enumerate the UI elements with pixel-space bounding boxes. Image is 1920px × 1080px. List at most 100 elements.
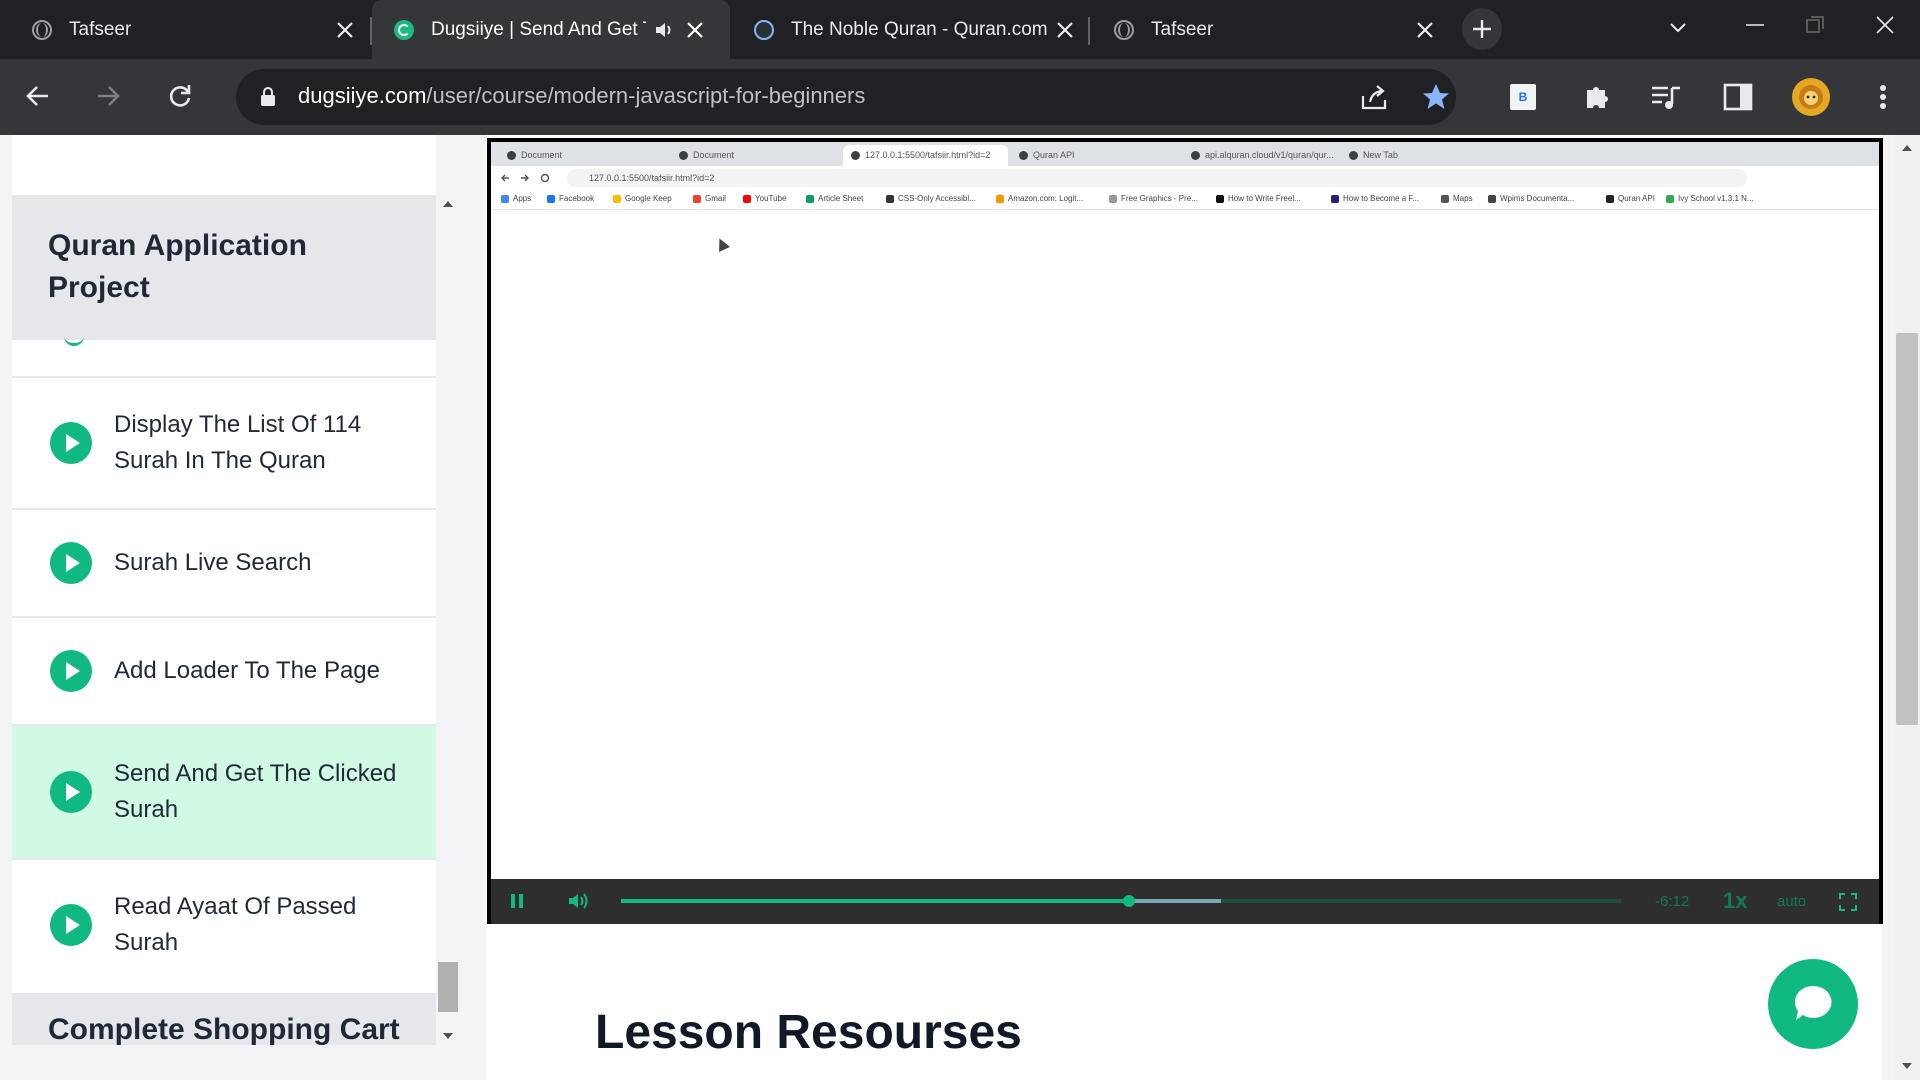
lesson-item-active[interactable]: Send And Get The Clicked Surah — [12, 724, 436, 858]
tab-title: Tafseer — [69, 18, 132, 40]
url-host: dugsiiye.com — [298, 83, 427, 108]
side-panel-icon — [1723, 83, 1753, 111]
quality-button[interactable]: auto — [1777, 893, 1806, 910]
share-icon — [1361, 85, 1387, 110]
close-icon[interactable] — [1050, 15, 1080, 45]
lesson-item[interactable]: Add Loader To The Page — [12, 616, 436, 724]
fullscreen-button[interactable] — [1837, 891, 1859, 913]
tab-search-button[interactable] — [1660, 10, 1696, 46]
progress-handle[interactable] — [1123, 895, 1135, 907]
play-icon-partial — [64, 332, 84, 346]
inner-bookmark: Article Sheet — [806, 194, 863, 203]
play-icon — [50, 542, 92, 584]
share-button[interactable] — [1352, 77, 1396, 117]
lesson-title: Read Ayaat Of Passed Surah — [114, 893, 357, 956]
chat-button[interactable] — [1768, 959, 1858, 1049]
played-bar — [621, 899, 1129, 903]
browser-menu-button[interactable] — [1868, 77, 1898, 117]
play-icon — [50, 771, 92, 813]
bookmark-star-button[interactable] — [1414, 75, 1458, 119]
mouse-cursor-icon — [714, 236, 730, 252]
scroll-up-arrow-icon[interactable] — [1901, 143, 1913, 153]
inner-url-box: 127.0.0.1:5500/tafsiir.html?id=2 — [567, 169, 1747, 187]
fullscreen-icon — [1839, 893, 1857, 911]
quran-icon — [754, 19, 774, 40]
next-section-header[interactable]: Complete Shopping Cart — [12, 993, 436, 1045]
side-panel-button[interactable] — [1716, 77, 1760, 117]
lesson-item[interactable]: Display The List Of 114 Surah In The Qur… — [12, 376, 436, 508]
pause-button[interactable] — [505, 889, 529, 913]
close-icon[interactable] — [680, 15, 710, 45]
speaker-icon[interactable] — [654, 20, 680, 40]
restore-icon — [1806, 16, 1824, 33]
volume-button[interactable] — [565, 889, 593, 913]
inner-bookmark: Ivy School v1.3.1 N... — [1666, 194, 1754, 203]
lock-icon[interactable] — [256, 83, 280, 111]
page-scroll-thumb[interactable] — [1896, 333, 1918, 725]
inner-nav-icons — [501, 173, 550, 183]
video-inner-toolbar: 127.0.0.1:5500/tafsiir.html?id=2 — [491, 166, 1879, 190]
inner-tab: Quran API — [1011, 145, 1181, 166]
star-icon — [1423, 84, 1449, 109]
video-inner-bookmarks: Apps Facebook Google Keep Gmail YouTube … — [491, 190, 1879, 210]
minimize-icon — [1746, 24, 1764, 26]
time-remaining: -6:12 — [1655, 893, 1690, 910]
close-window-button[interactable] — [1860, 5, 1910, 45]
forward-button[interactable] — [86, 73, 132, 119]
globe-icon — [32, 19, 52, 40]
section-title: Quran Application Project — [48, 229, 307, 304]
tab-quran-com[interactable]: The Noble Quran - Quran.com — [732, 0, 1090, 59]
play-icon — [50, 904, 92, 946]
scroll-up-arrow-icon[interactable] — [442, 199, 454, 209]
course-sidebar: Quran Application Project Display The Li… — [12, 135, 436, 1045]
inner-tab: Document — [499, 145, 669, 166]
lesson-title: Display The List Of 114 Surah In The Qur… — [114, 411, 362, 474]
reload-button[interactable] — [157, 73, 203, 119]
sidebar-scroll-thumb[interactable] — [438, 962, 458, 1012]
close-icon[interactable] — [1410, 15, 1440, 45]
tab-separator — [1088, 17, 1090, 45]
reload-icon — [169, 85, 191, 107]
inner-bookmark: How to Write Freel... — [1216, 194, 1301, 203]
minimize-button[interactable] — [1730, 5, 1780, 45]
inner-bookmark: Facebook — [547, 194, 594, 203]
puzzle-icon — [1587, 87, 1608, 108]
inner-bookmark: Quran API — [1606, 194, 1655, 203]
scroll-down-arrow-icon[interactable] — [442, 1031, 454, 1041]
close-icon[interactable] — [330, 15, 360, 45]
tab-tafseer-2[interactable]: Tafseer — [1092, 0, 1450, 59]
tab-title: Dugsiiye | Send And Get Th — [431, 18, 646, 40]
inner-bookmark: How to Become a F... — [1331, 194, 1419, 203]
video-inner-tabstrip: Document Document 127.0.0.1:5500/tafsiir… — [491, 142, 1879, 166]
inner-bookmark: Wpims Documenta... — [1488, 194, 1574, 203]
speed-button[interactable]: 1x — [1723, 888, 1747, 914]
chat-bubble-icon — [1794, 985, 1832, 1020]
lesson-item[interactable]: Surah Live Search — [12, 508, 436, 616]
browser-toolbar: B — [0, 59, 1920, 135]
globe-icon — [1114, 19, 1134, 40]
url-text[interactable]: dugsiiye.com/user/course/modern-javascri… — [298, 83, 865, 109]
tab-dugsiiye[interactable]: Dugsiiye | Send And Get Th — [372, 0, 730, 59]
extension-b-icon[interactable]: B — [1510, 84, 1536, 110]
inner-bookmark: Apps — [501, 194, 531, 203]
play-icon — [50, 650, 92, 692]
tab-tafseer-1[interactable]: Tafseer — [10, 0, 370, 59]
section-header[interactable]: Quran Application Project — [12, 195, 436, 340]
sidebar-scrollbar[interactable] — [438, 195, 460, 1045]
close-icon — [1876, 16, 1894, 34]
url-path: /user/course/modern-javascript-for-begin… — [426, 83, 866, 108]
tab-strip: Tafseer Dugsiiye | Send And Get Th The N… — [0, 0, 1920, 59]
video-controls: -6:12 1x auto — [491, 879, 1879, 924]
inner-bookmark: Amazon.com: Logit... — [996, 194, 1083, 203]
media-controls-button[interactable] — [1644, 77, 1688, 117]
video-frame[interactable]: Document Document 127.0.0.1:5500/tafsiir… — [491, 142, 1879, 879]
restore-button[interactable] — [1790, 5, 1840, 45]
lesson-item[interactable]: Read Ayaat Of Passed Surah — [12, 858, 436, 990]
kebab-menu-icon — [1880, 85, 1886, 109]
profile-avatar[interactable] — [1792, 78, 1830, 116]
extensions-button[interactable] — [1576, 77, 1620, 117]
back-button[interactable] — [14, 73, 60, 119]
lion-avatar-icon — [1799, 85, 1823, 109]
scroll-down-arrow-icon[interactable] — [1901, 1061, 1913, 1071]
new-tab-button[interactable] — [1462, 8, 1502, 50]
